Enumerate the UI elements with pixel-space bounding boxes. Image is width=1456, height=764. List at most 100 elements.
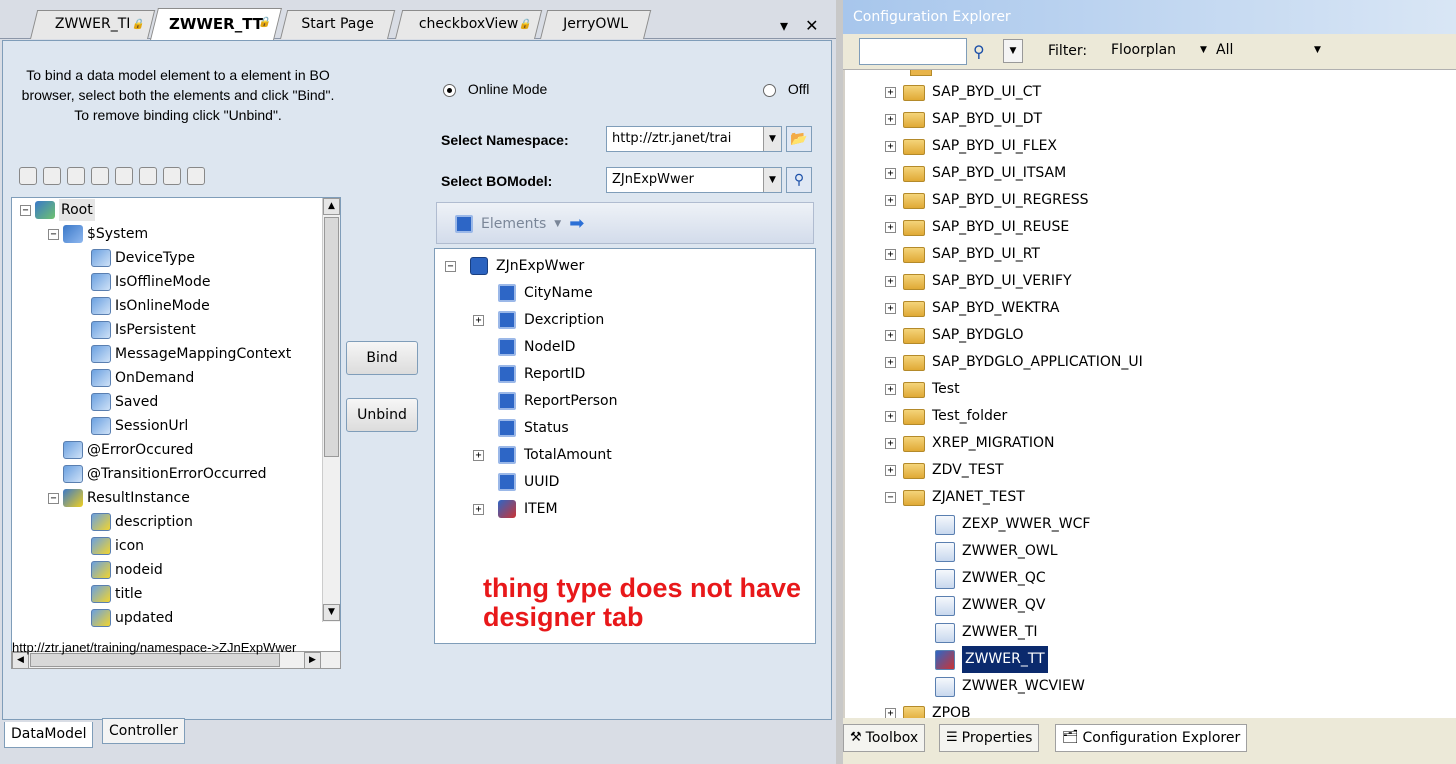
- file-item[interactable]: ZWWER_TI: [935, 619, 1038, 646]
- expand-icon[interactable]: +: [885, 276, 896, 287]
- bo-tree-node[interactable]: NodeID: [473, 336, 575, 358]
- radio-unchecked-icon[interactable]: [763, 83, 776, 97]
- bo-tree-node[interactable]: UUID: [473, 471, 559, 493]
- expand-icon[interactable]: +: [473, 503, 484, 515]
- tab-checkboxview[interactable]: checkboxView 🔒: [395, 10, 543, 39]
- expand-icon[interactable]: +: [885, 87, 896, 98]
- radio-checked-icon[interactable]: [443, 83, 456, 97]
- tree-node[interactable]: icon: [76, 535, 144, 557]
- folder-item[interactable]: + SAP_BYD_UI_RT: [885, 241, 1040, 268]
- new-icon[interactable]: [19, 167, 37, 185]
- expand-icon[interactable]: +: [885, 114, 896, 125]
- scroll-right-icon[interactable]: ▶: [304, 652, 321, 669]
- tree-node[interactable]: − ResultInstance: [48, 487, 190, 509]
- expand-icon[interactable]: +: [885, 249, 896, 260]
- tab-configuration-explorer[interactable]: 🗂 Configuration Explorer: [1055, 724, 1248, 752]
- folder-item[interactable]: + SAP_BYD_UI_ITSAM: [885, 160, 1066, 187]
- expand-icon[interactable]: +: [885, 222, 896, 233]
- tree-vertical-scrollbar[interactable]: ▲ ▼: [322, 198, 340, 622]
- expand-icon[interactable]: +: [885, 141, 896, 152]
- file-item[interactable]: ZWWER_TT: [935, 646, 1048, 673]
- expand-icon[interactable]: +: [885, 195, 896, 206]
- bo-tree-node[interactable]: − ZJnExpWwer: [445, 255, 584, 277]
- folder-item[interactable]: + Test: [885, 376, 960, 403]
- file-item[interactable]: ZEXP_WWER_WCF: [935, 511, 1090, 538]
- tab-controls[interactable]: ▾ ✕: [780, 16, 825, 35]
- tree-node[interactable]: − $System: [48, 223, 148, 245]
- file-item[interactable]: ZWWER_OWL: [935, 538, 1058, 565]
- collapse-icon[interactable]: −: [20, 204, 31, 216]
- collapse-all-icon[interactable]: [187, 167, 205, 185]
- data-model-tree[interactable]: − Root − $System DeviceType IsOfflineMode IsOn…: [11, 197, 341, 652]
- bo-tree-node[interactable]: + ITEM: [473, 498, 558, 520]
- folder-item[interactable]: + SAP_BYD_WEKTRA: [885, 295, 1059, 322]
- folder-item[interactable]: + ZPOB: [885, 700, 971, 718]
- bo-tree-node[interactable]: ReportPerson: [473, 390, 617, 412]
- arrow-right-icon[interactable]: ➡: [569, 213, 584, 234]
- tree-node[interactable]: description: [76, 511, 193, 533]
- search-icon[interactable]: ⚲: [973, 42, 985, 61]
- tree-node[interactable]: OnDemand: [76, 367, 194, 389]
- expand-icon[interactable]: +: [885, 330, 896, 341]
- expand-icon[interactable]: +: [885, 708, 896, 718]
- bo-tree-node[interactable]: + TotalAmount: [473, 444, 612, 466]
- elements-dropdown[interactable]: Elements ▼ ➡: [455, 213, 584, 234]
- expand-icon[interactable]: +: [885, 357, 896, 368]
- tree-node[interactable]: Saved: [76, 391, 158, 413]
- tree-node[interactable]: IsOfflineMode: [76, 271, 211, 293]
- tree-node[interactable]: SessionUrl: [76, 415, 188, 437]
- folder-item[interactable]: + SAP_BYD_UI_DT: [885, 106, 1042, 133]
- bo-tree-node[interactable]: + Dexcription: [473, 309, 604, 331]
- expand-icon[interactable]: +: [473, 314, 484, 326]
- search-options-dropdown[interactable]: ▼: [1003, 39, 1023, 63]
- expand-icon[interactable]: +: [885, 168, 896, 179]
- expand-icon[interactable]: +: [885, 303, 896, 314]
- filter-select[interactable]: Floorplan ▼: [1108, 39, 1208, 64]
- tree-node[interactable]: title: [76, 583, 142, 605]
- tab-zwwer-ti[interactable]: ZWWER_TI 🔒: [30, 10, 156, 39]
- expand-icon[interactable]: +: [885, 384, 896, 395]
- folder-item[interactable]: + SAP_BYD_UI_VERIFY: [885, 268, 1072, 295]
- collapse-icon[interactable]: −: [48, 492, 59, 504]
- hscroll-thumb[interactable]: [30, 653, 280, 667]
- bo-tree-node[interactable]: Status: [473, 417, 569, 439]
- bomodel-search-button[interactable]: ⚲: [786, 167, 812, 193]
- file-item[interactable]: ZWWER_QC: [935, 565, 1046, 592]
- tree-node[interactable]: IsOnlineMode: [76, 295, 210, 317]
- tab-properties[interactable]: ☰ Properties: [939, 724, 1040, 752]
- tree-node[interactable]: IsPersistent: [76, 319, 196, 341]
- bind-button[interactable]: Bind: [346, 341, 418, 375]
- file-item[interactable]: ZWWER_QV: [935, 592, 1045, 619]
- folder-item[interactable]: + SAP_BYDGLO_APPLICATION_UI: [885, 349, 1143, 376]
- unbind-button[interactable]: Unbind: [346, 398, 418, 432]
- splitter[interactable]: [836, 0, 843, 764]
- tree-node[interactable]: @ErrorOccured: [48, 439, 193, 461]
- collapse-icon[interactable]: −: [48, 228, 59, 240]
- tab-zwwer-tt[interactable]: ZWWER_TT 🔒: [150, 8, 282, 40]
- folder-item[interactable]: + SAP_BYDGLO: [885, 322, 1024, 349]
- expand-icon[interactable]: −: [445, 260, 456, 272]
- expand-icon[interactable]: +: [885, 411, 896, 422]
- expand-icon[interactable]: +: [885, 465, 896, 476]
- chevron-down-icon[interactable]: ▼: [763, 127, 781, 151]
- delete-icon[interactable]: [43, 167, 61, 185]
- offline-mode-radio[interactable]: Offl: [763, 81, 827, 97]
- expand-icon[interactable]: +: [885, 438, 896, 449]
- scroll-down-icon[interactable]: ▼: [323, 604, 340, 621]
- bo-tree-node[interactable]: ReportID: [473, 363, 585, 385]
- tree-node[interactable]: @TransitionErrorOccurred: [48, 463, 267, 485]
- tab-controller[interactable]: Controller: [102, 718, 185, 744]
- namespace-browse-button[interactable]: 📂: [786, 126, 812, 152]
- folder-item[interactable]: − ZJANET_TEST: [885, 484, 1025, 511]
- folder-item[interactable]: + XREP_MIGRATION: [885, 430, 1055, 457]
- scroll-thumb[interactable]: [324, 217, 339, 457]
- tree-node[interactable]: − Root: [20, 199, 95, 221]
- folder-item[interactable]: + SAP_BYD_UI_CT: [885, 79, 1041, 106]
- file-item[interactable]: ZWWER_WCVIEW: [935, 673, 1085, 700]
- search-input[interactable]: [859, 38, 967, 65]
- bind-node-icon[interactable]: [67, 167, 85, 185]
- online-mode-radio[interactable]: Online Mode: [443, 81, 547, 97]
- tree-node[interactable]: MessageMappingContext: [76, 343, 291, 365]
- expand-all-icon[interactable]: [163, 167, 181, 185]
- tab-start-page[interactable]: Start Page: [280, 10, 396, 39]
